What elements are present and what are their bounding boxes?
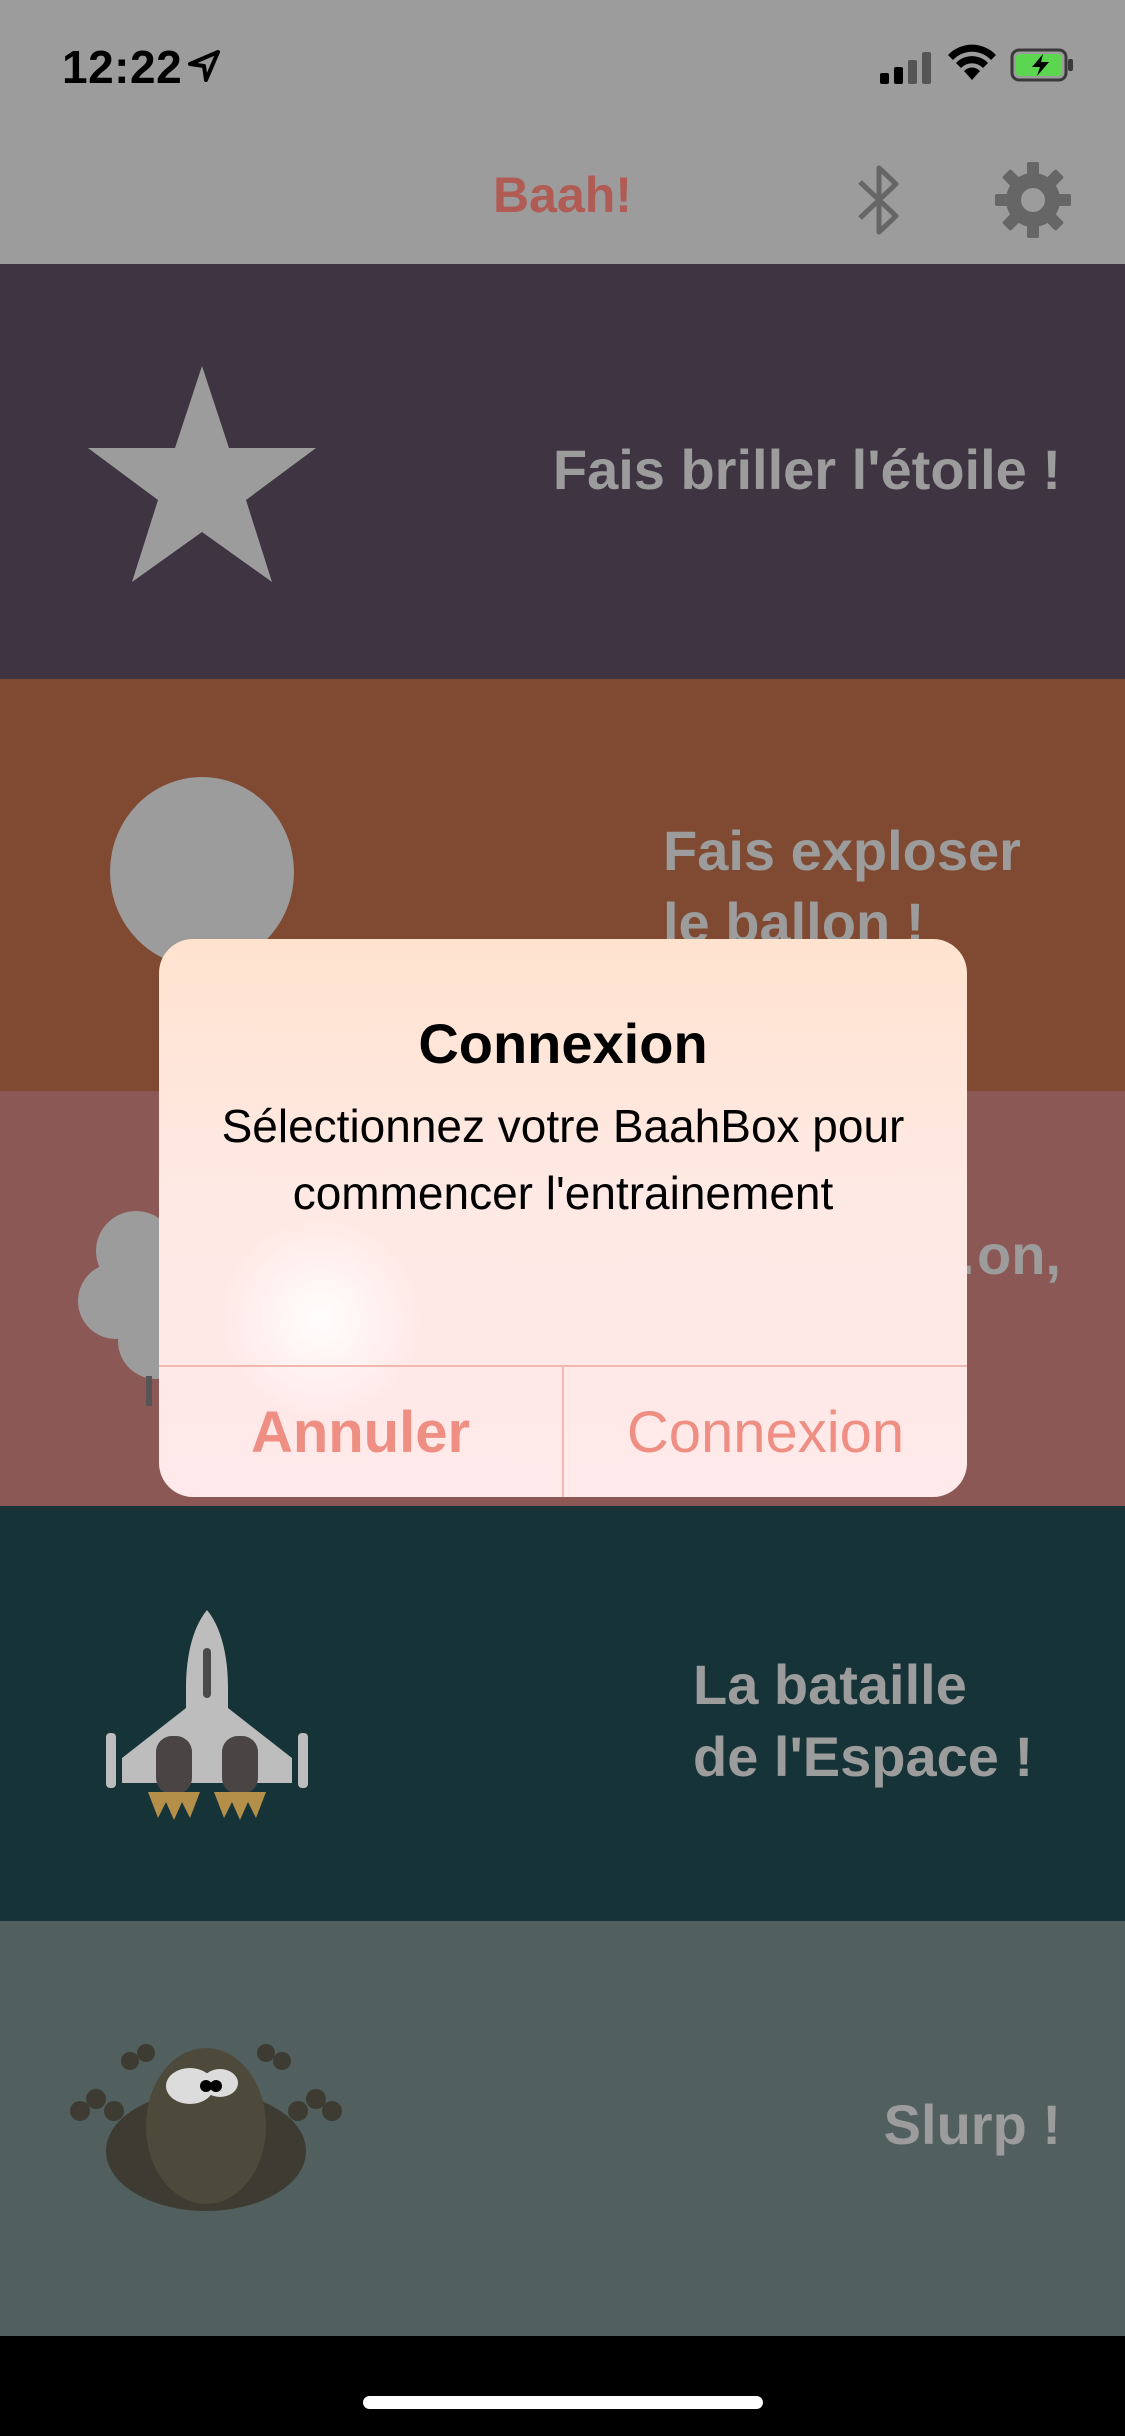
- home-indicator-area: [0, 2336, 1125, 2436]
- row-label-frog: Slurp !: [883, 2093, 1061, 2156]
- game-row-frog[interactable]: Slurp !: [0, 1921, 1125, 2336]
- alert-message: Sélectionnez votre BaahBox pour commence…: [221, 1100, 905, 1219]
- alert-title: Connexion: [418, 1012, 708, 1075]
- cancel-button[interactable]: Annuler: [159, 1367, 562, 1497]
- row-label-star: Fais briller l'étoile !: [552, 438, 1061, 501]
- connection-alert: Connexion Sélectionnez votre BaahBox pou…: [159, 939, 967, 1497]
- bluetooth-icon[interactable]: [852, 160, 906, 240]
- home-indicator[interactable]: [363, 2396, 763, 2409]
- spaceship-icon: [106, 1610, 308, 1820]
- game-row-spaceship[interactable]: La bataille de l'Espace !: [0, 1506, 1125, 1921]
- row-label-spaceship: La bataille de l'Espace !: [693, 1653, 1034, 1788]
- star-icon: [88, 366, 316, 582]
- battery-charging-icon: [1010, 48, 1073, 82]
- status-time: 12:22: [62, 41, 183, 93]
- wifi-icon: [948, 44, 996, 80]
- cellular-signal-icon: [880, 50, 932, 84]
- game-row-star[interactable]: Fais briller l'étoile !: [0, 264, 1125, 679]
- connect-button[interactable]: Connexion: [564, 1367, 967, 1497]
- location-arrow-icon: [188, 50, 220, 82]
- frog-icon: [70, 2044, 342, 2211]
- row-label-balloon: Fais exploser le ballon !: [663, 819, 1021, 954]
- nav-title: Baah!: [493, 167, 632, 223]
- gear-icon[interactable]: [993, 160, 1073, 240]
